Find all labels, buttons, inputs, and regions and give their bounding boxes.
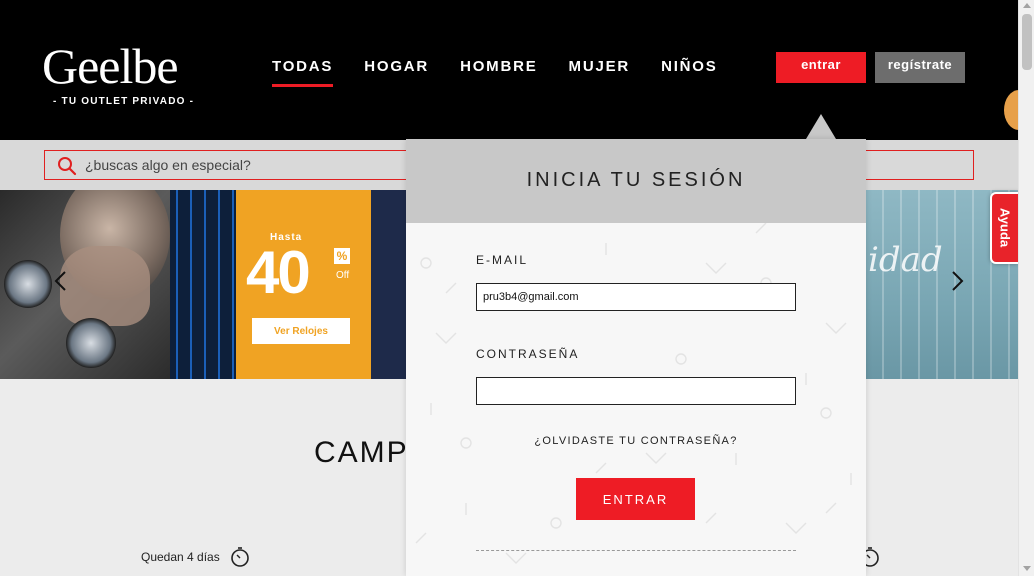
forgot-password-link[interactable]: ¿OLVIDASTE TU CONTRASEÑA? [406, 435, 866, 447]
login-modal-title: INICIA TU SESIÓN [526, 169, 746, 191]
help-tab-label: Ayuda [997, 207, 1013, 248]
banner-discount-panel: Hasta 40 % Off Ver Relojes [236, 190, 371, 379]
register-button[interactable]: regístrate [875, 52, 965, 83]
ver-relojes-button[interactable]: Ver Relojes [252, 318, 350, 344]
nav-item-hombre[interactable]: HOMBRE [460, 58, 537, 87]
login-modal-header: INICIA TU SESIÓN [406, 139, 866, 223]
site-header: Geelbe - TU OUTLET PRIVADO - TODAS HOGAR… [0, 0, 1018, 140]
chevron-right-icon[interactable] [946, 270, 968, 292]
scroll-up-icon[interactable] [1023, 3, 1031, 8]
main-nav: TODAS HOGAR HOMBRE MUJER NIÑOS [272, 58, 749, 87]
nav-item-todas[interactable]: TODAS [272, 58, 334, 87]
banner-off-text: Off [336, 270, 350, 281]
banner-dark-strip [371, 190, 411, 379]
divider [476, 550, 796, 551]
page-scrollbar[interactable] [1018, 0, 1034, 576]
search-input[interactable] [85, 154, 405, 176]
watch-image [66, 318, 116, 368]
login-popover-caret [806, 114, 836, 139]
banner-discount-value: 40 [246, 239, 311, 306]
chevron-left-icon[interactable] [50, 270, 72, 292]
login-button[interactable]: entrar [776, 52, 866, 83]
stopwatch-icon [231, 547, 249, 567]
scroll-down-icon[interactable] [1023, 566, 1031, 571]
email-label: E-MAIL [476, 253, 529, 267]
nav-item-mujer[interactable]: MUJER [569, 58, 631, 87]
watch-image [4, 260, 52, 308]
nav-item-ninos[interactable]: NIÑOS [661, 58, 718, 87]
email-field[interactable] [476, 283, 796, 311]
banner-city-image [170, 190, 236, 379]
campaign-countdown: Quedan 4 días [141, 550, 220, 564]
password-field[interactable] [476, 377, 796, 405]
submit-login-button[interactable]: ENTRAR [576, 478, 695, 520]
banner-percent-sign: % [334, 248, 350, 264]
logo-wordmark: Geelbe [42, 38, 179, 94]
help-tab[interactable]: Ayuda [990, 192, 1018, 264]
scrollbar-thumb[interactable] [1022, 14, 1032, 70]
search-icon [58, 157, 77, 176]
password-label: CONTRASEÑA [476, 347, 580, 361]
login-modal: INICIA TU SESIÓN E-MAIL CONTRASEÑA ¿OLVI… [406, 139, 866, 576]
nav-item-hogar[interactable]: HOGAR [364, 58, 429, 87]
geelbe-logo[interactable]: Geelbe - TU OUTLET PRIVADO - [42, 38, 194, 107]
logo-tagline: - TU OUTLET PRIVADO - [53, 96, 195, 107]
banner-navidad-text: idad [868, 240, 943, 280]
